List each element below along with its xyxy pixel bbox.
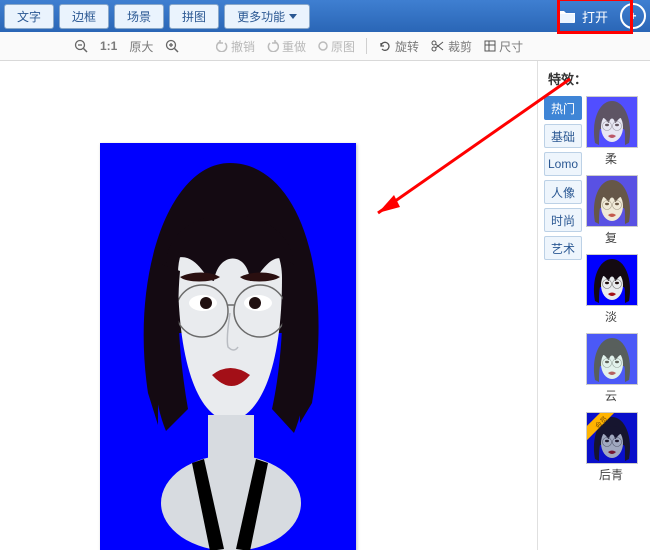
category-lomo[interactable]: Lomo (544, 152, 582, 176)
zoom-in-button[interactable] (161, 37, 183, 55)
zoom-ratio[interactable]: 1:1 (96, 37, 121, 55)
canvas-image[interactable] (100, 143, 356, 550)
undo-icon (216, 40, 228, 52)
canvas-area (0, 61, 537, 550)
rotate-icon (378, 40, 392, 52)
resize-button[interactable]: 尺寸 (480, 36, 527, 57)
tab-text[interactable]: 文字 (4, 4, 54, 29)
effect-thumb-label: 柔 (586, 150, 636, 167)
category-basic[interactable]: 基础 (544, 124, 582, 148)
top-nav: 文字 边框 场景 拼图 更多功能 打开 + (0, 0, 650, 32)
separator (366, 38, 367, 54)
rotate-button[interactable]: 旋转 (374, 36, 423, 57)
effects-title: 特效： (548, 69, 650, 88)
category-hot[interactable]: 热门 (544, 96, 582, 120)
workspace: 特效： 热门 基础 Lomo 人像 时尚 艺术 柔 (0, 61, 650, 550)
effect-thumb-label: 复 (586, 229, 636, 246)
effects-thumbnails: 柔 复 淡 云 (586, 96, 642, 489)
zoom-out-button[interactable] (70, 37, 92, 55)
tab-more[interactable]: 更多功能 (224, 4, 310, 29)
effect-thumb-0[interactable] (586, 96, 638, 148)
portrait-illustration (100, 143, 356, 550)
category-portrait[interactable]: 人像 (544, 180, 582, 204)
crop-button[interactable]: 裁剪 (427, 36, 476, 57)
plus-icon: + (629, 9, 636, 23)
folder-icon (558, 9, 576, 23)
redo-button[interactable]: 重做 (263, 36, 310, 57)
add-button[interactable]: + (620, 3, 646, 29)
zoom-out-icon (74, 39, 88, 53)
effect-thumb-3[interactable] (586, 333, 638, 385)
open-label: 打开 (582, 7, 608, 26)
zoom-label: 原大 (125, 36, 157, 57)
resize-icon (484, 40, 496, 52)
effect-thumb-label: 淡 (586, 308, 636, 325)
scissors-icon (431, 40, 445, 52)
category-fashion[interactable]: 时尚 (544, 208, 582, 232)
effect-thumb-1[interactable] (586, 175, 638, 227)
effect-thumb-4[interactable]: 会员 (586, 412, 638, 464)
toolbar: 1:1 原大 撤销 重做 原图 旋转 裁剪 尺寸 (0, 32, 650, 61)
tab-border[interactable]: 边框 (59, 4, 109, 29)
original-button[interactable]: 原图 (314, 36, 359, 57)
tab-scene[interactable]: 场景 (114, 4, 164, 29)
category-art[interactable]: 艺术 (544, 236, 582, 260)
open-button[interactable]: 打开 (550, 3, 616, 30)
zoom-in-icon (165, 39, 179, 53)
effects-panel: 特效： 热门 基础 Lomo 人像 时尚 艺术 柔 (537, 61, 650, 550)
redo-icon (267, 40, 279, 52)
tab-collage[interactable]: 拼图 (169, 4, 219, 29)
effect-thumb-label: 后青 (586, 466, 636, 483)
effect-thumb-2[interactable] (586, 254, 638, 306)
effect-thumb-label: 云 (586, 387, 636, 404)
effects-category-list: 热门 基础 Lomo 人像 时尚 艺术 (544, 96, 582, 489)
undo-button[interactable]: 撤销 (212, 36, 259, 57)
circle-icon (318, 41, 328, 51)
